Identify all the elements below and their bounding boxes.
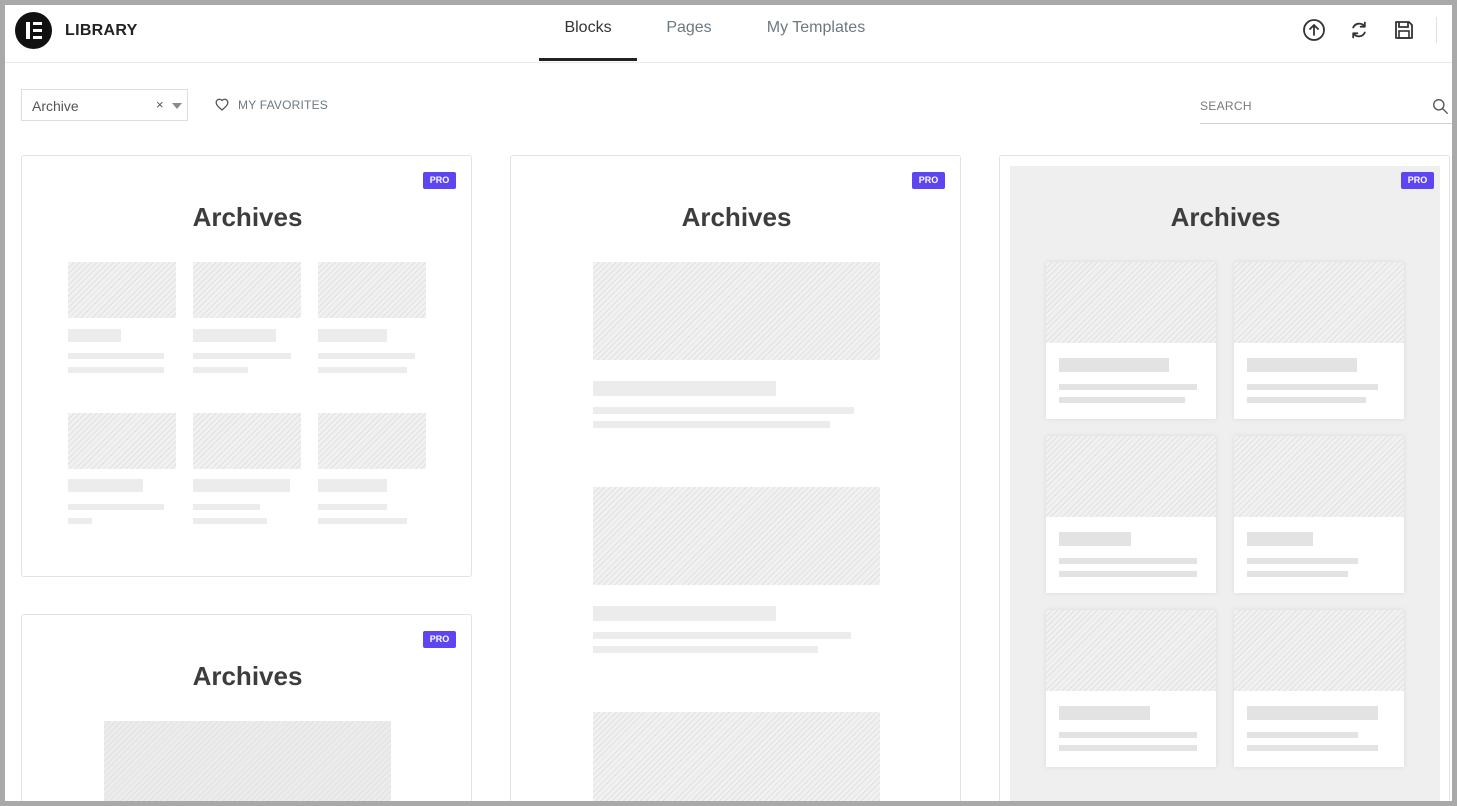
preview-image-placeholder xyxy=(593,487,880,585)
preview-image-placeholder xyxy=(1234,262,1404,343)
preview-text-line xyxy=(318,504,387,510)
save-icon[interactable] xyxy=(1392,18,1416,42)
clear-filter-icon[interactable]: × xyxy=(156,97,164,112)
preview-image-placeholder xyxy=(68,262,176,318)
preview-text-line xyxy=(193,504,260,510)
preview-heading-bar xyxy=(68,329,121,342)
preview-post-card xyxy=(1234,436,1404,593)
preview-post-card xyxy=(1234,262,1404,419)
preview-image-placeholder xyxy=(1046,610,1216,691)
my-favorites-label: MY FAVORITES xyxy=(238,98,328,112)
preview-heading-bar xyxy=(193,329,276,342)
preview-heading-bar xyxy=(593,606,776,621)
preview-image-placeholder xyxy=(1046,436,1216,517)
upload-icon[interactable] xyxy=(1302,18,1326,42)
preview-heading-bar xyxy=(193,479,290,492)
preview-text-line xyxy=(1247,745,1378,751)
preview-text-line xyxy=(593,407,854,414)
pro-badge: PRO xyxy=(423,631,456,648)
preview-heading-bar xyxy=(593,381,776,396)
preview-text-line xyxy=(1059,745,1197,751)
preview-heading-bar xyxy=(68,479,143,492)
preview-text-line xyxy=(193,518,267,524)
preview-heading-bar xyxy=(1059,706,1150,720)
template-preview-title: Archives xyxy=(192,202,303,232)
library-header: LIBRARY Blocks Pages My Templates xyxy=(5,5,1452,63)
preview-text-line xyxy=(593,632,851,639)
preview-text-line xyxy=(318,518,407,524)
active-tab-indicator xyxy=(539,58,637,61)
preview-text-line xyxy=(68,367,164,373)
library-title: LIBRARY xyxy=(65,22,138,39)
preview-text-line xyxy=(1059,397,1185,403)
preview-text-line xyxy=(193,353,291,359)
preview-text-line xyxy=(1059,571,1197,577)
preview-image-placeholder xyxy=(104,721,391,801)
preview-heading-bar xyxy=(1247,532,1313,546)
search-input[interactable] xyxy=(1200,91,1420,121)
sync-icon[interactable] xyxy=(1347,18,1371,42)
preview-heading-bar xyxy=(318,479,387,492)
preview-text-line xyxy=(1059,732,1197,738)
preview-text-line xyxy=(1247,397,1366,403)
tab-my-templates[interactable]: My Templates xyxy=(753,19,879,37)
search-icon[interactable] xyxy=(1432,98,1449,115)
preview-image-placeholder xyxy=(1234,436,1404,517)
preview-image-placeholder xyxy=(193,262,301,318)
preview-text-line xyxy=(1247,732,1358,738)
preview-post-card xyxy=(1234,610,1404,767)
heart-icon xyxy=(215,98,229,111)
preview-heading-bar xyxy=(1059,532,1131,546)
preview-image-placeholder xyxy=(318,262,426,318)
template-card[interactable]: PRO Archives xyxy=(21,614,472,801)
search-box xyxy=(1200,91,1452,124)
template-preview-title: Archives xyxy=(192,661,303,691)
preview-text-line xyxy=(193,367,248,373)
preview-image-placeholder xyxy=(1046,262,1216,343)
preview-text-line xyxy=(1247,384,1378,390)
tab-pages[interactable]: Pages xyxy=(645,19,733,37)
library-window: LIBRARY Blocks Pages My Templates Archiv… xyxy=(5,5,1452,801)
elementor-logo-icon xyxy=(15,12,52,49)
preview-heading-bar xyxy=(318,329,387,342)
preview-text-line xyxy=(68,353,164,359)
preview-image-placeholder xyxy=(593,262,880,360)
template-card[interactable]: PRO Archives xyxy=(21,155,472,577)
preview-image-placeholder xyxy=(193,413,301,469)
preview-image-placeholder xyxy=(593,712,880,801)
pro-badge: PRO xyxy=(423,172,456,189)
template-preview-title: Archives xyxy=(1170,202,1281,232)
preview-heading-bar xyxy=(1059,358,1169,372)
pro-badge: PRO xyxy=(912,172,945,189)
preview-text-line xyxy=(593,421,830,428)
preview-heading-bar xyxy=(1247,706,1378,720)
preview-text-line xyxy=(68,518,92,524)
preview-image-placeholder xyxy=(68,413,176,469)
preview-text-line xyxy=(1247,571,1348,577)
preview-text-line xyxy=(1247,558,1358,564)
category-filter-select[interactable]: Archive × xyxy=(21,89,188,121)
preview-heading-bar xyxy=(1247,358,1357,372)
template-card[interactable]: PRO Archives xyxy=(510,155,961,801)
preview-text-line xyxy=(1059,558,1197,564)
pro-badge: PRO xyxy=(1401,172,1434,189)
tab-blocks[interactable]: Blocks xyxy=(539,19,637,37)
preview-post-card xyxy=(1046,610,1216,767)
preview-post-card xyxy=(1046,262,1216,419)
chevron-down-icon[interactable] xyxy=(172,103,182,109)
header-divider xyxy=(1436,17,1437,43)
preview-text-line xyxy=(593,646,818,653)
preview-text-line xyxy=(1059,384,1197,390)
preview-text-line xyxy=(318,353,415,359)
preview-image-placeholder xyxy=(318,413,426,469)
preview-text-line xyxy=(318,367,407,373)
preview-post-card xyxy=(1046,436,1216,593)
filter-value: Archive xyxy=(32,98,79,114)
template-card[interactable]: PRO Archives xyxy=(999,155,1450,801)
template-preview-title: Archives xyxy=(681,202,792,232)
preview-image-placeholder xyxy=(1234,610,1404,691)
preview-text-line xyxy=(68,504,164,510)
